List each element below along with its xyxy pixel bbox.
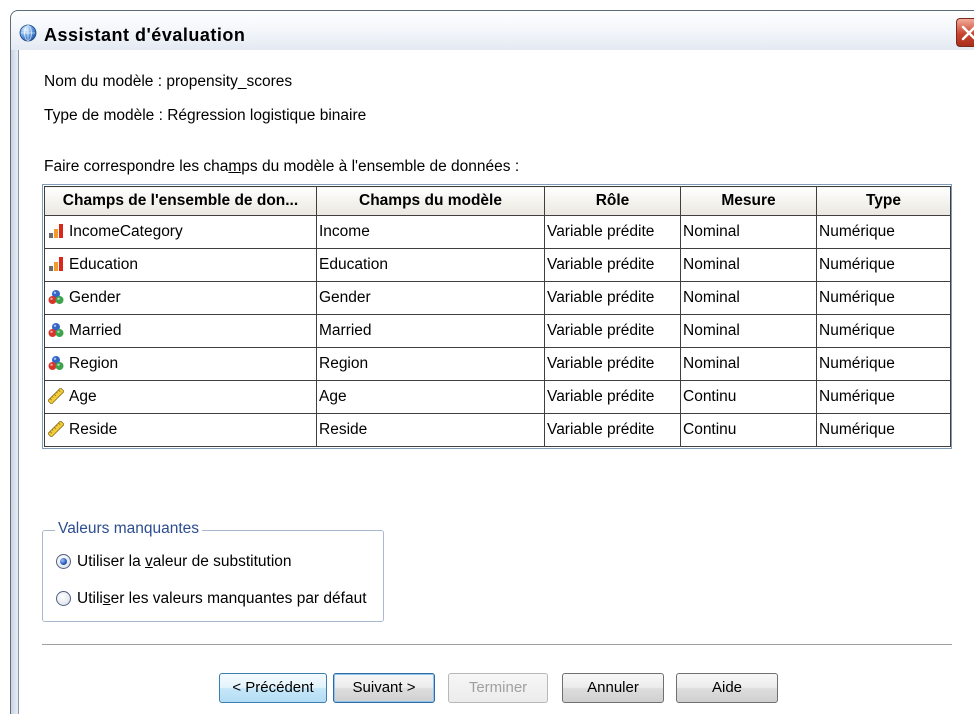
- dataset-field-cell[interactable]: Married: [44, 314, 317, 348]
- separator-line: [42, 644, 952, 646]
- column-header-type[interactable]: Type: [816, 186, 951, 216]
- dataset-field-name: Region: [69, 355, 119, 372]
- dataset-field-name: Gender: [69, 289, 121, 306]
- role-cell: Variable prédite: [544, 215, 681, 249]
- measure-cell: Nominal: [680, 347, 817, 381]
- role-cell: Variable prédite: [544, 248, 681, 282]
- ordinal-icon: [48, 223, 64, 239]
- model-field-cell[interactable]: Reside: [316, 413, 545, 447]
- radio-button[interactable]: [56, 591, 71, 606]
- column-header-model-fields[interactable]: Champs du modèle: [316, 186, 545, 216]
- dataset-field-name: Reside: [69, 421, 118, 438]
- close-button[interactable]: [956, 18, 974, 47]
- missing-values-group: [42, 530, 384, 622]
- measure-cell: Nominal: [680, 314, 817, 348]
- scoring-wizard-window: Assistant d'évaluation Nom du modèle : p…: [0, 0, 974, 714]
- table-row[interactable]: Age Age Variable prédite Continu Numérique: [44, 380, 951, 414]
- dataset-field-cell[interactable]: IncomeCategory: [44, 215, 317, 249]
- measure-cell: Nominal: [680, 215, 817, 249]
- dataset-field-cell[interactable]: Education: [44, 248, 317, 282]
- close-icon: [957, 19, 974, 46]
- window-frame: [10, 50, 19, 714]
- back-button[interactable]: < Précédent: [219, 673, 327, 703]
- type-cell: Numérique: [816, 248, 951, 282]
- table-row[interactable]: IncomeCategory Income Variable prédite Nomi…: [44, 215, 951, 249]
- role-cell: Variable prédite: [544, 413, 681, 447]
- cancel-button[interactable]: Annuler: [562, 673, 664, 703]
- model-field-cell[interactable]: Married: [316, 314, 545, 348]
- table-body: IncomeCategory Income Variable prédite Nomi…: [44, 215, 951, 447]
- table-row[interactable]: Reside Reside Variable prédite Continu Numér…: [44, 413, 951, 447]
- help-button[interactable]: Aide: [676, 673, 778, 703]
- model-field-cell[interactable]: Income: [316, 215, 545, 249]
- type-cell: Numérique: [816, 215, 951, 249]
- radio-use-default-missing-values[interactable]: Utiliser les valeurs manquantes par défa…: [56, 590, 376, 608]
- type-cell: Numérique: [816, 347, 951, 381]
- role-cell: Variable prédite: [544, 380, 681, 414]
- mnemonic-char: s: [102, 590, 111, 607]
- scale-icon: [48, 388, 64, 404]
- scale-icon: [48, 421, 64, 437]
- radio-label[interactable]: Utiliser la valeur de substitution: [77, 553, 292, 571]
- nominal-icon: [48, 355, 64, 371]
- dataset-field-cell[interactable]: Gender: [44, 281, 317, 315]
- column-header-dataset-fields[interactable]: Champs de l'ensemble de don...: [44, 186, 317, 216]
- type-cell: Numérique: [816, 314, 951, 348]
- type-cell: Numérique: [816, 281, 951, 315]
- dataset-field-cell[interactable]: Region: [44, 347, 317, 381]
- table-row[interactable]: Region Region Variable prédite Nominal Numér…: [44, 347, 951, 381]
- missing-values-legend: Valeurs manquantes: [55, 520, 203, 538]
- model-name-line: Nom du modèle : propensity_scores: [44, 73, 293, 90]
- radio-label[interactable]: Utiliser les valeurs manquantes par défa…: [77, 590, 367, 608]
- radio-use-substitute-value[interactable]: Utiliser la valeur de substitution: [56, 553, 376, 571]
- model-field-cell[interactable]: Education: [316, 248, 545, 282]
- field-mapping-table: Champs de l'ensemble de don... Champs du…: [42, 184, 952, 449]
- role-cell: Variable prédite: [544, 281, 681, 315]
- table-row[interactable]: Gender Gender Variable prédite Nominal Numér…: [44, 281, 951, 315]
- dataset-field-name: Education: [69, 256, 138, 273]
- finish-button[interactable]: Terminer: [448, 673, 548, 703]
- ordinal-icon: [48, 256, 64, 272]
- model-type-line: Type de modèle : Régression logistique b…: [44, 107, 367, 124]
- table-row[interactable]: Married Married Variable prédite Nominal Num…: [44, 314, 951, 348]
- radio-label-text: Utiliser la: [77, 553, 146, 570]
- measure-cell: Nominal: [680, 281, 817, 315]
- table-row[interactable]: Education Education Variable prédite Nomina…: [44, 248, 951, 282]
- measure-cell: Nominal: [680, 248, 817, 282]
- column-header-role[interactable]: Rôle: [544, 186, 681, 216]
- radio-label-text: er les valeurs manquantes par défaut: [110, 590, 367, 607]
- scoring-wizard-icon: [19, 24, 37, 42]
- dataset-field-name: IncomeCategory: [69, 223, 183, 240]
- type-cell: Numérique: [816, 413, 951, 447]
- radio-label-text: Utili: [77, 590, 103, 607]
- dataset-field-name: Married: [69, 322, 122, 339]
- mnemonic-char: v: [145, 553, 153, 570]
- radio-button[interactable]: [56, 554, 71, 569]
- nominal-icon: [48, 322, 64, 338]
- model-field-cell[interactable]: Region: [316, 347, 545, 381]
- role-cell: Variable prédite: [544, 347, 681, 381]
- radio-label-text: aleur de substitution: [152, 553, 292, 570]
- measure-cell: Continu: [680, 380, 817, 414]
- window-title: Assistant d'évaluation: [44, 25, 246, 45]
- mapping-label: Faire correspondre les champs du modèle …: [44, 158, 519, 176]
- mapping-label-text: Faire correspondre les cha: [44, 158, 229, 175]
- column-header-measure[interactable]: Mesure: [680, 186, 817, 216]
- model-field-cell[interactable]: Gender: [316, 281, 545, 315]
- table-header-row: Champs de l'ensemble de don... Champs du…: [44, 186, 951, 216]
- type-cell: Numérique: [816, 380, 951, 414]
- mapping-label-text: ps du modèle à l'ensemble de données :: [241, 158, 520, 175]
- role-cell: Variable prédite: [544, 314, 681, 348]
- dataset-field-cell[interactable]: Age: [44, 380, 317, 414]
- mnemonic-char: m: [228, 158, 242, 175]
- dataset-field-name: Age: [69, 388, 97, 405]
- dataset-field-cell[interactable]: Reside: [44, 413, 317, 447]
- measure-cell: Continu: [680, 413, 817, 447]
- model-field-cell[interactable]: Age: [316, 380, 545, 414]
- nominal-icon: [48, 289, 64, 305]
- next-button[interactable]: Suivant >: [333, 673, 435, 703]
